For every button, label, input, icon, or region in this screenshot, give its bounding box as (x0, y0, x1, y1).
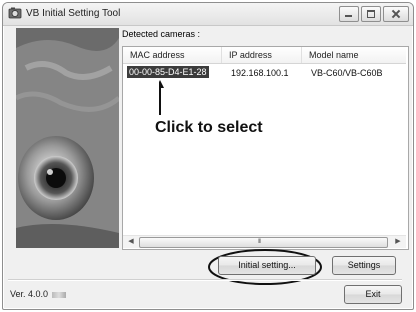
annotation-arrow-icon (159, 80, 164, 115)
column-header-mac[interactable]: MAC address (130, 50, 185, 60)
column-header-model[interactable]: Model name (309, 50, 359, 60)
scroll-grip: III (258, 239, 261, 245)
maximize-icon[interactable] (361, 6, 381, 22)
title-bar[interactable]: VB Initial Setting Tool (3, 3, 413, 26)
divider (8, 279, 402, 281)
version-text: Ver. 4.0.0 (10, 289, 49, 299)
table-row[interactable]: 00-00-85-D4-E1-28 192.168.100.1 VB-C60/V… (123, 66, 406, 80)
column-separator[interactable] (301, 47, 302, 63)
list-header: MAC address IP address Model name (123, 47, 406, 64)
camera-list[interactable]: MAC address IP address Model name 00-00-… (122, 46, 409, 250)
column-header-ip[interactable]: IP address (229, 50, 272, 60)
camera-app-icon (8, 7, 22, 19)
ip-cell: 192.168.100.1 (231, 68, 289, 78)
minimize-icon[interactable] (339, 6, 359, 22)
model-cell: VB-C60/VB-C60B (311, 68, 383, 78)
window-title: VB Initial Setting Tool (26, 8, 121, 19)
scroll-right-icon[interactable]: ▶ (392, 237, 404, 247)
annotation-text: Click to select (155, 119, 263, 136)
scroll-left-icon[interactable]: ◀ (125, 237, 137, 247)
redacted-mark (51, 291, 66, 298)
column-separator[interactable] (221, 47, 222, 63)
exit-button[interactable]: Exit (344, 285, 402, 304)
version-label: Ver. 4.0.0 (10, 289, 66, 299)
initial-setting-button[interactable]: Initial setting... (218, 256, 316, 275)
settings-button[interactable]: Settings (332, 256, 396, 275)
close-icon[interactable] (383, 6, 409, 22)
banner-graphic (16, 28, 119, 248)
detected-cameras-label: Detected cameras : (122, 29, 201, 39)
mac-cell[interactable]: 00-00-85-D4-E1-28 (127, 66, 209, 78)
